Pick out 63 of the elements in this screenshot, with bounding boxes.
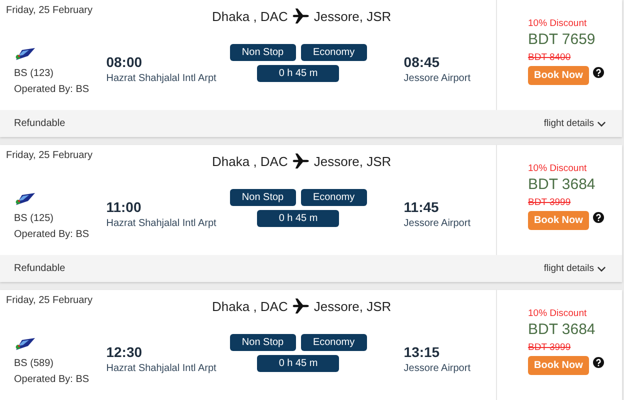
- departure-airport: Hazrat Shahjalal Intl Arpt: [106, 73, 218, 84]
- cabin-tag: Economy: [300, 44, 367, 61]
- refund-status: Refundable: [14, 263, 66, 274]
- arrival-time: 08:45: [404, 54, 441, 70]
- arrival-airport: Jessore Airport: [404, 73, 472, 84]
- airplane-icon: [292, 297, 310, 315]
- flight-details-link[interactable]: flight details: [544, 118, 606, 129]
- departure-time: 11:00: [106, 199, 142, 215]
- arrival-airport: Jessore Airport: [404, 363, 472, 374]
- flight-date: Friday, 25 February: [6, 150, 94, 163]
- operator-text: Operated By: BS: [14, 229, 90, 240]
- flight-date: Friday, 25 February: [6, 5, 94, 18]
- flight-number: BS (123): [14, 68, 54, 79]
- cabin-tag: Economy: [300, 334, 367, 351]
- price-text: BDT 7659: [528, 31, 596, 48]
- stops-tag: Non Stop: [230, 44, 296, 61]
- flight-date: Friday, 25 February: [6, 295, 94, 308]
- help-icon[interactable]: [592, 357, 604, 368]
- flight-number: BS (125): [14, 213, 54, 224]
- stops-tag: Non Stop: [230, 189, 296, 206]
- departure-airport: Hazrat Shahjalal Intl Arpt: [106, 218, 218, 229]
- chevron-down-icon: [597, 266, 606, 272]
- refund-status: Refundable: [14, 118, 66, 129]
- origin-city: Dhaka , DAC: [212, 8, 288, 24]
- airplane-icon: [292, 7, 310, 25]
- flight-details-link[interactable]: flight details: [544, 263, 606, 274]
- airline-logo-icon: [14, 337, 36, 351]
- book-now-button[interactable]: Book Now: [528, 66, 589, 85]
- chevron-down-icon: [597, 120, 606, 126]
- duration-tag: 0 h 45 m: [257, 210, 340, 227]
- airline-logo-icon: [14, 47, 36, 61]
- stops-tag: Non Stop: [230, 334, 296, 351]
- price-text: BDT 3684: [528, 321, 596, 338]
- airline-logo-icon: [14, 192, 36, 206]
- destination-city: Jessore, JSR: [314, 298, 392, 314]
- destination-city: Jessore, JSR: [314, 8, 392, 24]
- old-price-text: BDT 8400: [528, 52, 572, 63]
- origin-city: Dhaka , DAC: [212, 298, 288, 314]
- duration-tag: 0 h 45 m: [257, 355, 340, 372]
- flight-number: BS (589): [14, 358, 54, 369]
- old-price-text: BDT 3999: [528, 197, 572, 208]
- departure-airport: Hazrat Shahjalal Intl Arpt: [106, 363, 218, 374]
- airplane-icon: [292, 152, 310, 170]
- arrival-time: 13:15: [404, 344, 441, 360]
- departure-time: 12:30: [106, 344, 144, 360]
- old-price-text: BDT 3999: [528, 342, 572, 353]
- book-now-button[interactable]: Book Now: [528, 356, 589, 375]
- cabin-tag: Economy: [300, 189, 367, 206]
- help-icon[interactable]: [592, 212, 604, 223]
- price-text: BDT 3684: [528, 176, 596, 193]
- operator-text: Operated By: BS: [14, 374, 90, 385]
- book-now-button[interactable]: Book Now: [528, 211, 589, 230]
- discount-text: 10% Discount: [528, 18, 588, 29]
- arrival-airport: Jessore Airport: [404, 218, 472, 229]
- operator-text: Operated By: BS: [14, 84, 90, 95]
- discount-text: 10% Discount: [528, 308, 588, 319]
- departure-time: 08:00: [106, 54, 144, 70]
- discount-text: 10% Discount: [528, 163, 588, 174]
- origin-city: Dhaka , DAC: [212, 154, 288, 168]
- help-icon[interactable]: [592, 67, 604, 78]
- destination-city: Jessore, JSR: [314, 154, 392, 168]
- arrival-time: 11:45: [404, 199, 440, 215]
- duration-tag: 0 h 45 m: [257, 65, 340, 82]
